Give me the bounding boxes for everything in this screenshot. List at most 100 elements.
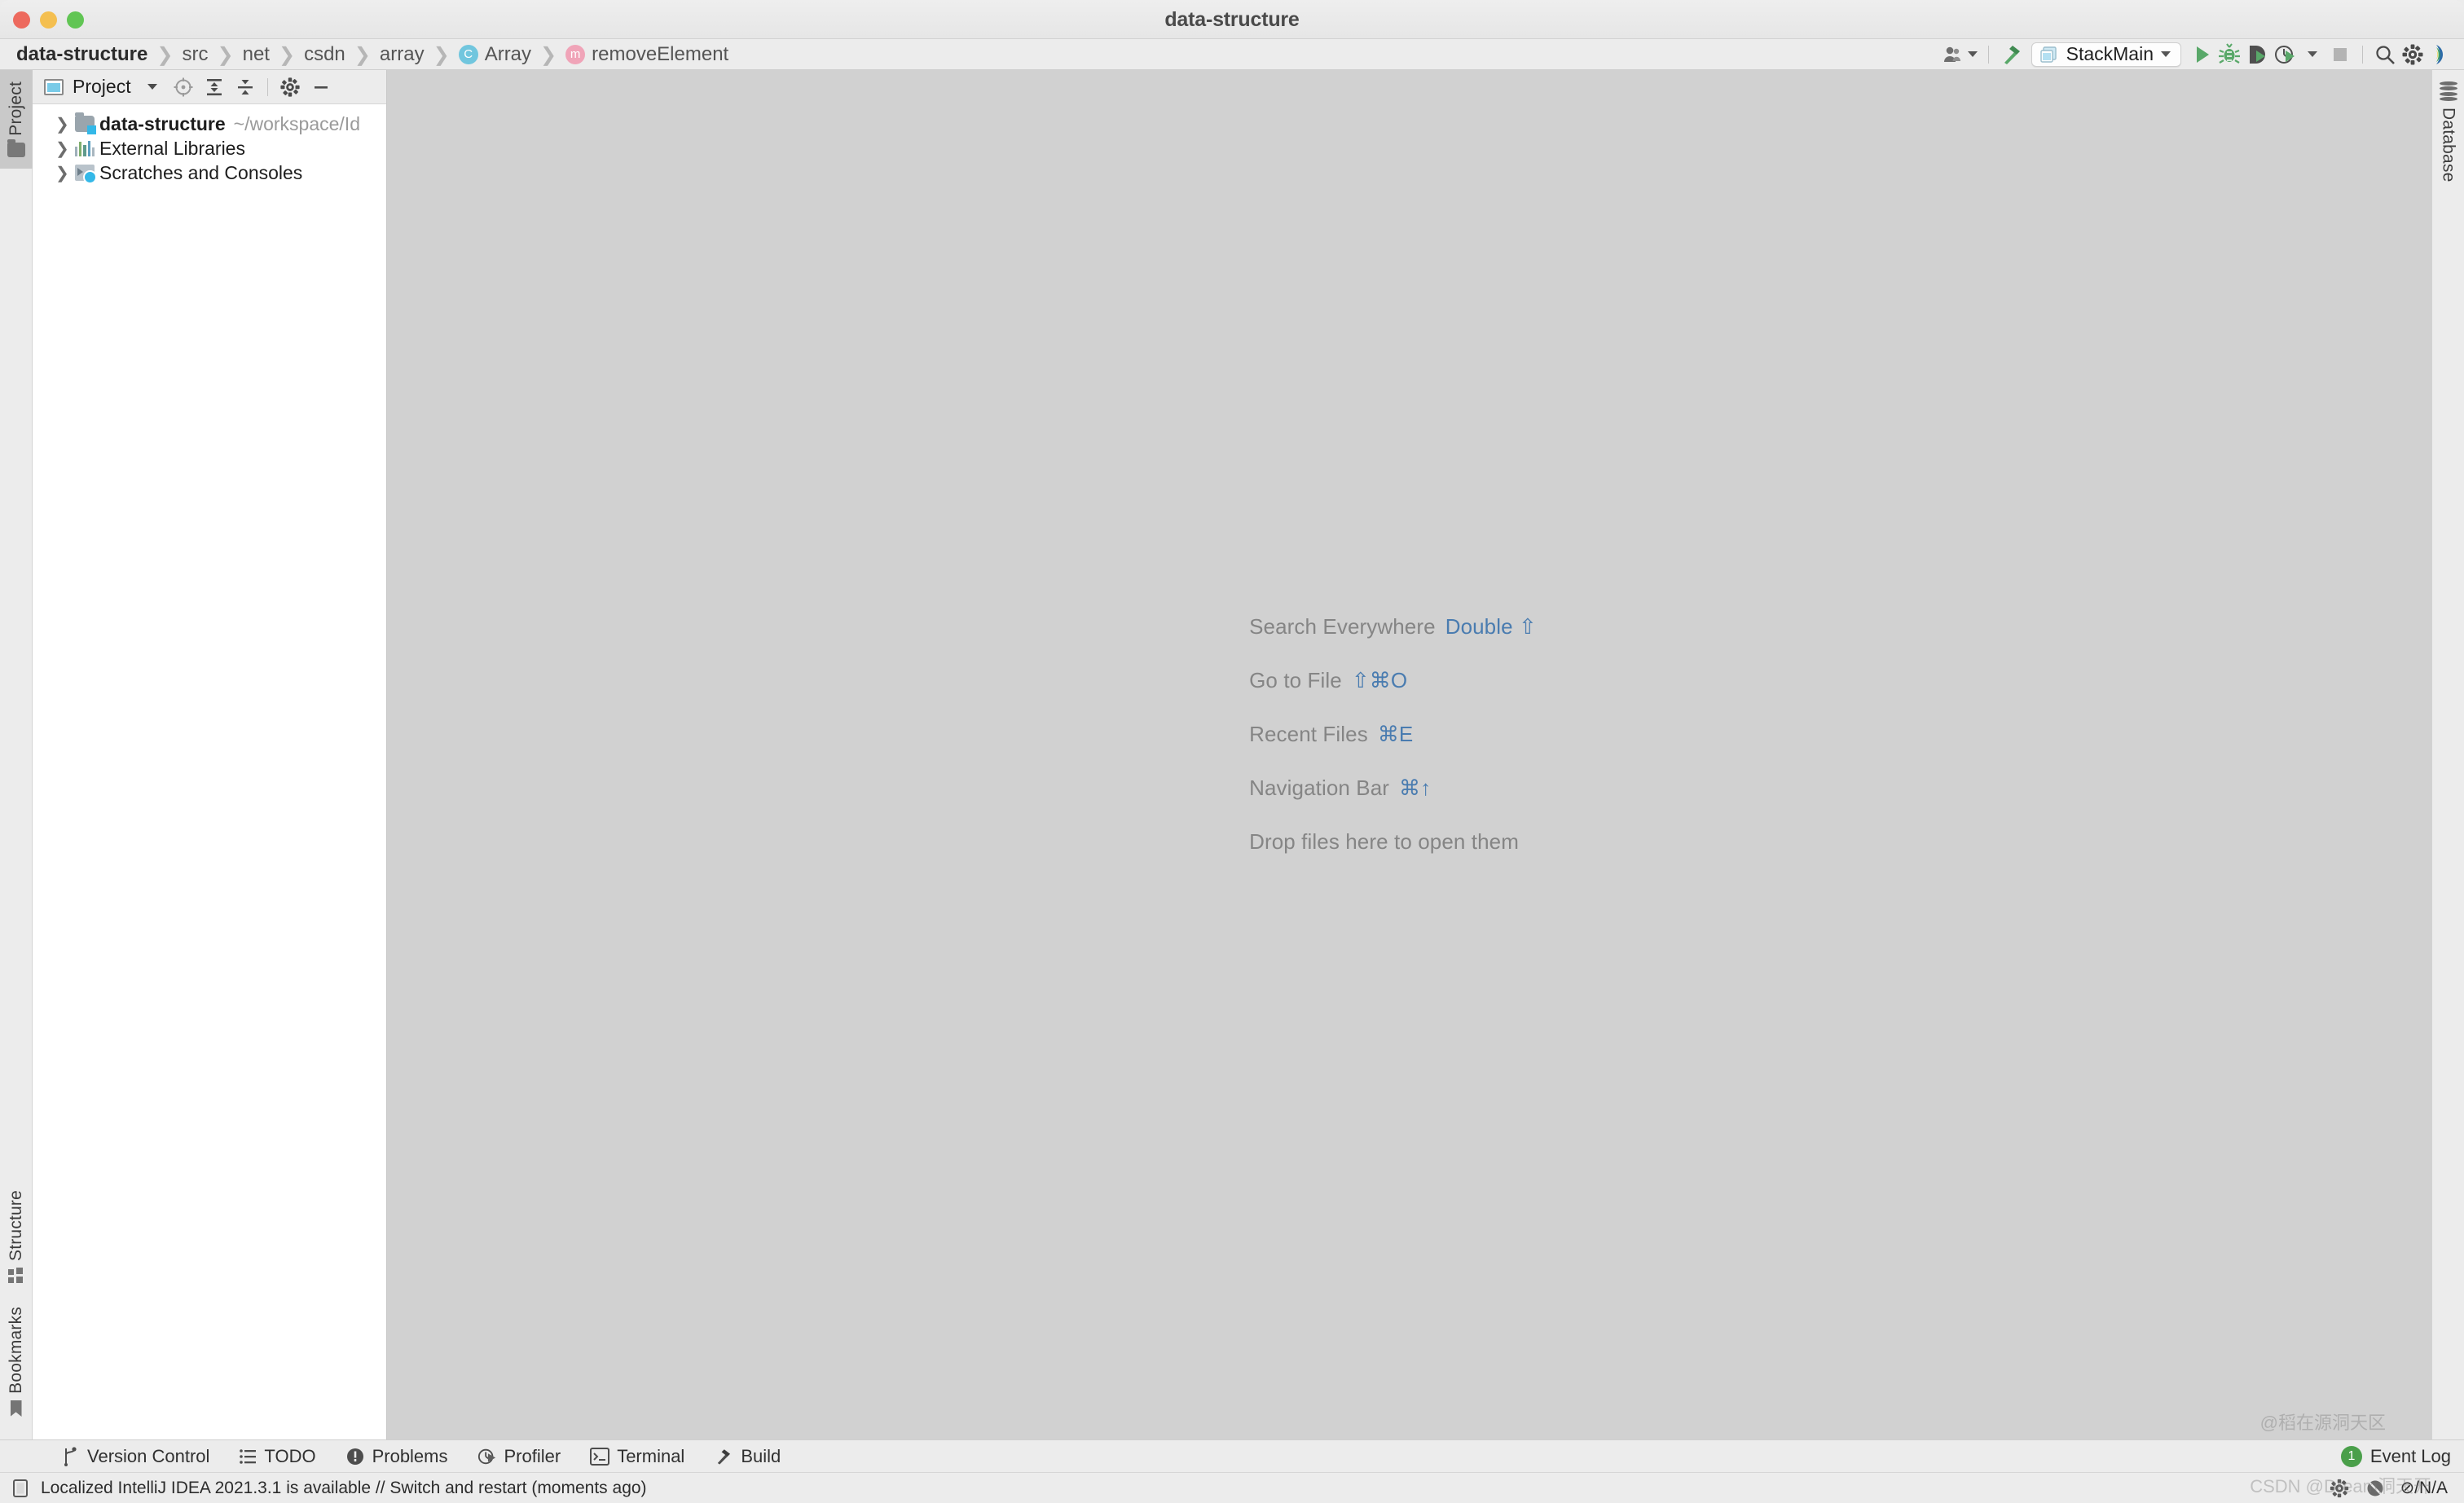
hint-go-to-file[interactable]: Go to File ⇧⌘O xyxy=(1249,654,1537,708)
run-with-coverage-button[interactable] xyxy=(2243,42,2271,68)
hint-navigation-bar[interactable]: Navigation Bar ⌘↑ xyxy=(1249,762,1537,815)
settings-gear-icon xyxy=(2330,1479,2348,1497)
hint-label: Search Everywhere xyxy=(1249,614,1436,639)
bottom-item-build[interactable]: Build xyxy=(699,1443,795,1470)
bottom-tool-window-bar: Version Control TODO Problems Profiler T… xyxy=(0,1413,2464,1472)
status-bar-right: ⊘/N/A xyxy=(2329,1473,2448,1503)
hint-label: Navigation Bar xyxy=(1249,776,1390,800)
hint-label: Recent Files xyxy=(1249,722,1368,746)
chevron-right-icon[interactable]: ❯ xyxy=(55,163,75,183)
toolbar-divider xyxy=(2362,45,2363,64)
collapse-all-button[interactable] xyxy=(231,74,260,100)
memory-indicator[interactable]: ⊘/N/A xyxy=(2400,1478,2448,1498)
editor-empty-state[interactable]: Search Everywhere Double ⇧ Go to File ⇧⌘… xyxy=(387,70,2431,1439)
event-log-count-badge: 1 xyxy=(2340,1445,2362,1467)
notifications-disabled-button[interactable] xyxy=(2365,1478,2386,1499)
editor-hint-list: Search Everywhere Double ⇧ Go to File ⇧⌘… xyxy=(1249,600,1537,869)
ide-updates-button[interactable] xyxy=(2427,42,2454,68)
hint-drop-files: Drop files here to open them xyxy=(1249,815,1537,869)
status-message: Localized IntelliJ IDEA 2021.3.1 is avai… xyxy=(41,1478,647,1497)
stop-button[interactable] xyxy=(2326,42,2354,68)
chevron-down-icon xyxy=(2161,51,2171,57)
bottom-item-problems[interactable]: Problems xyxy=(331,1443,463,1470)
breadcrumb-item-array-package[interactable]: array xyxy=(380,43,425,66)
project-tree[interactable]: ❯ data-structure ~/workspace/Id ❯ Extern… xyxy=(33,104,386,1439)
run-configuration-selector[interactable]: StackMain xyxy=(2031,42,2181,67)
select-opened-file-icon xyxy=(174,77,193,96)
bottom-item-label: Build xyxy=(741,1445,781,1466)
expand-all-icon xyxy=(206,78,222,95)
breadcrumb-item-net[interactable]: net xyxy=(243,43,270,66)
profile-dropdown-button[interactable] xyxy=(2299,42,2326,68)
breadcrumb-item-project[interactable]: data-structure xyxy=(16,43,147,66)
hint-search-everywhere[interactable]: Search Everywhere Double ⇧ xyxy=(1249,600,1537,654)
table-row[interactable]: ❯ External Libraries xyxy=(33,136,386,160)
bottom-item-profiler[interactable]: Profiler xyxy=(463,1443,576,1470)
breadcrumb-separator-icon: ❯ xyxy=(156,42,174,66)
profile-button[interactable] xyxy=(2271,42,2299,68)
left-tool-window-stripe: Project Structure Bookmarks xyxy=(0,70,33,1439)
sidebar-item-database[interactable]: Database xyxy=(2432,70,2464,194)
search-everywhere-button[interactable] xyxy=(2371,42,2399,68)
tree-item-label: data-structure xyxy=(99,112,226,134)
problems-icon xyxy=(346,1448,363,1465)
chevron-down-icon xyxy=(1967,51,1978,57)
bottom-item-terminal[interactable]: Terminal xyxy=(575,1443,699,1470)
run-config-icon xyxy=(2039,46,2057,63)
bottom-item-event-log[interactable]: Event Log xyxy=(2370,1446,2451,1467)
project-view-dropdown-button[interactable] xyxy=(138,74,167,100)
left-stripe-bottom-group: Structure Bookmarks xyxy=(0,1179,32,1439)
structure-icon xyxy=(7,1268,24,1284)
hint-recent-files[interactable]: Recent Files ⌘E xyxy=(1249,708,1537,762)
project-tool-window: Project ❯ data-structure ~/workspace/Id … xyxy=(33,70,387,1439)
settings-button[interactable] xyxy=(2399,42,2427,68)
sidebar-item-label: Bookmarks xyxy=(6,1307,25,1394)
build-project-button[interactable] xyxy=(1997,42,2026,68)
run-with-coverage-icon xyxy=(2250,45,2265,64)
sidebar-item-bookmarks[interactable]: Bookmarks xyxy=(0,1295,33,1428)
build-hammer-icon xyxy=(718,1448,731,1465)
chevron-down-icon xyxy=(147,84,157,90)
hide-tool-window-button[interactable] xyxy=(306,74,336,100)
navigation-bar-row: data-structure ❯ src ❯ net ❯ csdn ❯ arra… xyxy=(0,39,2464,70)
tree-item-label: External Libraries xyxy=(99,137,245,159)
profile-icon xyxy=(2275,45,2295,64)
expand-all-button[interactable] xyxy=(200,74,229,100)
table-row[interactable]: ❯ Scratches and Consoles xyxy=(33,160,386,185)
terminal-icon xyxy=(590,1447,610,1466)
sidebar-item-project[interactable]: Project xyxy=(0,70,33,169)
settings-gear-icon xyxy=(279,77,300,97)
project-settings-button[interactable] xyxy=(275,74,305,100)
breadcrumb-separator-icon: ❯ xyxy=(540,42,557,66)
breadcrumb-item-array-class[interactable]: C Array xyxy=(458,43,531,66)
breadcrumb-item-remove-element-method[interactable]: m removeElement xyxy=(565,43,728,66)
todo-list-icon xyxy=(240,1448,257,1464)
table-row[interactable]: ❯ data-structure ~/workspace/Id xyxy=(33,112,386,136)
account-icon xyxy=(1943,46,1960,62)
select-opened-file-button[interactable] xyxy=(169,74,198,100)
status-bar: Localized IntelliJ IDEA 2021.3.1 is avai… xyxy=(0,1472,2464,1503)
debug-button[interactable] xyxy=(2215,42,2243,68)
settings-gear-icon xyxy=(2402,44,2423,64)
bottom-item-todo[interactable]: TODO xyxy=(224,1443,330,1470)
project-panel-toolbar: Project xyxy=(33,70,386,104)
hint-shortcut: ⌘E xyxy=(1377,722,1414,746)
left-stripe-top-group: Project xyxy=(0,70,33,169)
breadcrumb-item-src[interactable]: src xyxy=(182,43,208,66)
account-button[interactable] xyxy=(1941,42,1980,68)
class-icon: C xyxy=(458,44,478,64)
hint-shortcut: Double ⇧ xyxy=(1445,614,1537,639)
run-button[interactable] xyxy=(2188,42,2215,68)
chevron-down-icon xyxy=(2308,51,2317,57)
notification-widget-icon[interactable] xyxy=(11,1478,29,1499)
bottom-item-version-control[interactable]: Version Control xyxy=(47,1443,224,1470)
breadcrumb-item-csdn[interactable]: csdn xyxy=(304,43,345,66)
method-icon: m xyxy=(565,44,586,64)
bottom-item-label: Problems xyxy=(372,1445,448,1466)
status-settings-button[interactable] xyxy=(2329,1478,2350,1499)
chevron-right-icon[interactable]: ❯ xyxy=(55,114,75,134)
sidebar-item-structure[interactable]: Structure xyxy=(0,1179,33,1295)
project-panel-title: Project xyxy=(73,76,131,97)
library-icon xyxy=(75,140,99,156)
chevron-right-icon[interactable]: ❯ xyxy=(55,138,75,159)
